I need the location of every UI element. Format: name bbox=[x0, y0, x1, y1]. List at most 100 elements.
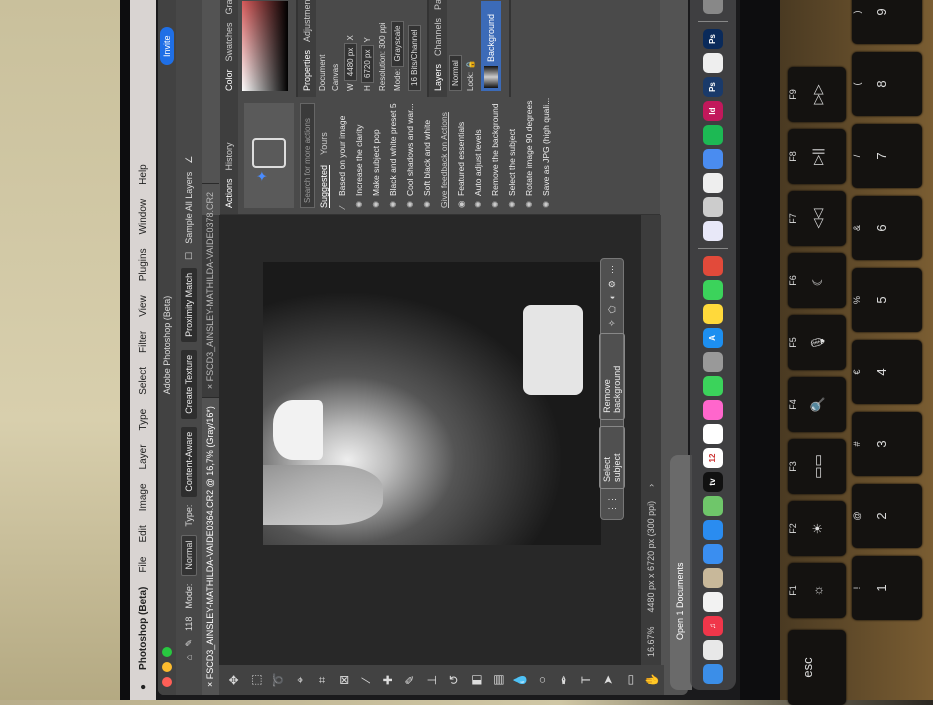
photos-icon[interactable] bbox=[703, 400, 723, 420]
photoshop-beta-icon[interactable]: Ps bbox=[703, 29, 723, 49]
key-esc[interactable]: esc bbox=[788, 630, 846, 705]
app-store-icon[interactable]: A bbox=[703, 328, 723, 348]
action-item[interactable]: ✺Remove the background bbox=[487, 97, 504, 214]
invite-button[interactable]: Invite bbox=[160, 27, 174, 65]
menu-layer[interactable]: Layer bbox=[138, 444, 149, 469]
indesign-icon[interactable]: Id bbox=[703, 101, 723, 121]
healing-brush-icon[interactable]: ✎ bbox=[184, 639, 195, 647]
healing-tool-icon[interactable]: ✚ bbox=[379, 671, 397, 689]
cursor-icon[interactable] bbox=[703, 173, 723, 193]
action-item[interactable]: ✺Soft black and white bbox=[419, 97, 436, 214]
maps-icon[interactable] bbox=[703, 496, 723, 516]
select-subject-button[interactable]: Select subject bbox=[599, 425, 625, 489]
key-9[interactable]: ) 9 bbox=[852, 0, 922, 44]
menu-select[interactable]: Select bbox=[138, 367, 149, 395]
key-f3[interactable]: F3 ▭▭ bbox=[788, 439, 846, 494]
blur-tool-icon[interactable]: 💧 bbox=[511, 671, 529, 689]
key-f9[interactable]: F9 ▷▷ bbox=[788, 67, 846, 122]
zoom-window-button[interactable] bbox=[162, 647, 172, 657]
tab-yours[interactable]: Yours bbox=[319, 132, 330, 155]
freeform-icon[interactable] bbox=[703, 592, 723, 612]
action-item[interactable]: ✺Make subject pop bbox=[368, 97, 385, 214]
type-create-texture[interactable]: Create Texture bbox=[181, 349, 197, 419]
action-item[interactable]: ✺Increase the clarity bbox=[351, 97, 368, 214]
type-content-aware[interactable]: Content-Aware bbox=[181, 426, 197, 497]
messages-icon[interactable] bbox=[703, 376, 723, 396]
menu-window[interactable]: Window bbox=[138, 199, 149, 235]
launchpad-icon[interactable] bbox=[703, 640, 723, 660]
history-brush-icon[interactable]: ↺ bbox=[445, 671, 463, 689]
home-icon[interactable]: ⌂ bbox=[184, 655, 194, 660]
key-f7[interactable]: F7 ◁◁ bbox=[788, 191, 846, 246]
menu-help[interactable]: Help bbox=[138, 164, 149, 185]
menu-edit[interactable]: Edit bbox=[138, 525, 149, 542]
blend-mode-select[interactable]: Normal bbox=[449, 55, 462, 91]
action-item[interactable]: ✺Save as JPG (high quali... bbox=[538, 97, 555, 214]
width-field[interactable]: 4480 px bbox=[344, 42, 357, 82]
action-item[interactable]: ✺Auto adjust levels bbox=[470, 97, 487, 214]
transform-icon[interactable]: ⬠ bbox=[607, 306, 618, 314]
key-f1[interactable]: F1 ☼ bbox=[788, 563, 846, 618]
mail-icon[interactable] bbox=[703, 544, 723, 564]
actions-search-input[interactable]: Search for more actions bbox=[300, 103, 315, 208]
music-icon[interactable]: ♫ bbox=[703, 616, 723, 636]
lasso-tool-icon[interactable]: ➰ bbox=[269, 671, 287, 689]
move-tool-icon[interactable]: ✥ bbox=[225, 671, 243, 689]
tab-actions[interactable]: Actions bbox=[224, 178, 234, 208]
key-4[interactable]: €4 bbox=[852, 340, 922, 404]
minimize-window-button[interactable] bbox=[162, 662, 172, 672]
menu-type[interactable]: Type bbox=[138, 409, 149, 431]
lock-icon[interactable]: 🔒 bbox=[466, 60, 475, 70]
tab-adjustments[interactable]: Adjustments bbox=[302, 0, 312, 42]
spotify-icon[interactable] bbox=[703, 125, 723, 145]
object-select-tool-icon[interactable]: ⌖ bbox=[291, 671, 309, 689]
action-item[interactable]: ✺Select the subject bbox=[504, 97, 521, 214]
reminders-icon[interactable] bbox=[703, 424, 723, 444]
pen-tool-icon[interactable]: ✒ bbox=[555, 671, 573, 689]
canvas-section[interactable]: Canvas bbox=[329, 0, 342, 97]
key-3[interactable]: #3 bbox=[852, 412, 922, 476]
contacts-icon[interactable] bbox=[703, 568, 723, 588]
system-settings-icon[interactable] bbox=[703, 352, 723, 372]
brush-tool-icon[interactable]: ✎ bbox=[401, 671, 419, 689]
color-mode-select[interactable]: Grayscale bbox=[391, 20, 404, 67]
menu-filter[interactable]: Filter bbox=[138, 331, 149, 353]
photoshop-icon[interactable]: Ps bbox=[703, 77, 723, 97]
tv-icon[interactable]: tv bbox=[703, 472, 723, 492]
finder-icon[interactable] bbox=[703, 664, 723, 684]
safari-icon[interactable] bbox=[703, 520, 723, 540]
action-item[interactable]: ✺Cool shadows and war... bbox=[402, 97, 419, 214]
type-proximity-match[interactable]: Proximity Match bbox=[181, 267, 197, 342]
hand-tool-icon[interactable]: ✋ bbox=[643, 671, 661, 689]
apple-icon[interactable]: ● bbox=[138, 684, 149, 690]
angle-icon[interactable]: ∠ bbox=[184, 156, 195, 164]
dodge-tool-icon[interactable]: ○ bbox=[533, 671, 551, 689]
arc-icon[interactable] bbox=[703, 221, 723, 241]
key-6[interactable]: & 6 bbox=[852, 196, 922, 260]
tab-swatches[interactable]: Swatches bbox=[224, 22, 234, 61]
key-f4[interactable]: F4 🔍 bbox=[788, 377, 846, 432]
settings-icon[interactable]: ⚙ bbox=[607, 280, 618, 288]
key-f8[interactable]: F8 ▷|| bbox=[788, 129, 846, 184]
document-image[interactable] bbox=[263, 262, 601, 545]
menu-file[interactable]: File bbox=[138, 557, 149, 573]
bit-depth-select[interactable]: 16 Bits/Channel bbox=[408, 24, 421, 91]
key-f6[interactable]: F6 ☾ bbox=[788, 253, 846, 308]
zoom-icon[interactable] bbox=[703, 149, 723, 169]
tab-document-2[interactable]: × FSCD3_AINSLEY-MATHILDA-VAIDE0378.CR2 bbox=[202, 182, 219, 398]
tab-gradients[interactable]: Gradients bbox=[224, 0, 234, 14]
more-options-icon[interactable]: ⋯ bbox=[607, 265, 618, 274]
marquee-tool-icon[interactable]: ⬚ bbox=[247, 671, 265, 689]
key-8[interactable]: (8 bbox=[852, 52, 922, 116]
eyedropper-tool-icon[interactable]: ⁄ bbox=[357, 671, 375, 689]
key-5[interactable]: % 5 bbox=[852, 268, 922, 332]
key-2[interactable]: @2 bbox=[852, 484, 922, 548]
rectangle-tool-icon[interactable]: ▭ bbox=[621, 671, 639, 689]
crop-tool-icon[interactable]: ⌗ bbox=[313, 671, 331, 689]
facetime-icon[interactable] bbox=[703, 280, 723, 300]
notes-2-icon[interactable] bbox=[703, 53, 723, 73]
tab-paths[interactable]: Paths bbox=[433, 0, 443, 10]
action-item[interactable]: ✺Black and white preset 5 bbox=[385, 97, 402, 214]
frame-tool-icon[interactable]: ⊠ bbox=[335, 671, 353, 689]
tab-document-1[interactable]: × FSCD3_AINSLEY-MATHILDA-VAIDE0364.CR2 @… bbox=[202, 397, 219, 695]
